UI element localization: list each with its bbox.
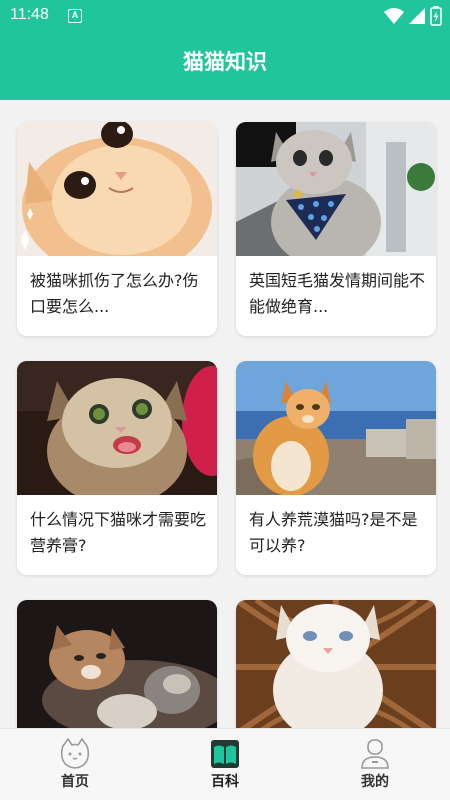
status-bar: 11:48 A xyxy=(0,0,450,32)
nav-item-home[interactable]: 首页 xyxy=(0,729,150,800)
article-title: 被猫咪抓伤了怎么办?伤口要怎么... xyxy=(30,271,199,316)
meowing-kitten-image xyxy=(17,361,217,495)
article-card[interactable]: 什么情况下猫咪才需要吃营养膏? xyxy=(17,361,217,575)
tabby-cat-image xyxy=(236,122,436,256)
article-card[interactable]: 被猫咪抓伤了怎么办?伤口要怎么... xyxy=(17,122,217,336)
ginger-cat-image xyxy=(236,361,436,495)
status-icons xyxy=(384,6,442,26)
input-indicator-icon: A xyxy=(68,9,82,23)
article-title: 英国短毛猫发情期间能不能做绝育... xyxy=(249,271,426,316)
nav-label-baike: 百科 xyxy=(211,774,239,790)
wifi-icon xyxy=(384,8,404,24)
status-time: 11:48 xyxy=(10,6,49,23)
article-card[interactable]: 有人养荒漠猫吗?是不是可以养? xyxy=(236,361,436,575)
nav-label-mine: 我的 xyxy=(361,774,389,790)
orange-kitten-image xyxy=(17,122,217,256)
cat-face-icon xyxy=(60,737,90,769)
person-icon xyxy=(361,739,389,769)
bottom-nav: 首页 百科 我的 xyxy=(0,728,450,800)
page-title: 猫猫知识 xyxy=(183,50,267,74)
article-card[interactable]: 英国短毛猫发情期间能不能做绝育... xyxy=(236,122,436,336)
nav-label-home: 首页 xyxy=(61,774,89,790)
nav-item-baike[interactable]: 百科 xyxy=(150,729,300,800)
article-card[interactable] xyxy=(236,600,436,728)
signal-icon xyxy=(409,8,425,24)
article-grid[interactable]: 被猫咪抓伤了怎么办?伤口要怎么... 英国短毛猫发情期间能不能做绝育... 什么… xyxy=(0,100,450,728)
article-title: 有人养荒漠猫吗?是不是可以养? xyxy=(249,510,418,555)
open-book-icon xyxy=(211,740,239,768)
app-bar: 猫猫知识 xyxy=(0,32,450,100)
battery-icon xyxy=(430,6,442,26)
nav-item-mine[interactable]: 我的 xyxy=(300,729,450,800)
cat-with-kittens-image xyxy=(17,600,217,728)
article-card[interactable] xyxy=(17,600,217,728)
article-title: 什么情况下猫咪才需要吃营养膏? xyxy=(30,510,207,555)
white-kitten-image xyxy=(236,600,436,728)
